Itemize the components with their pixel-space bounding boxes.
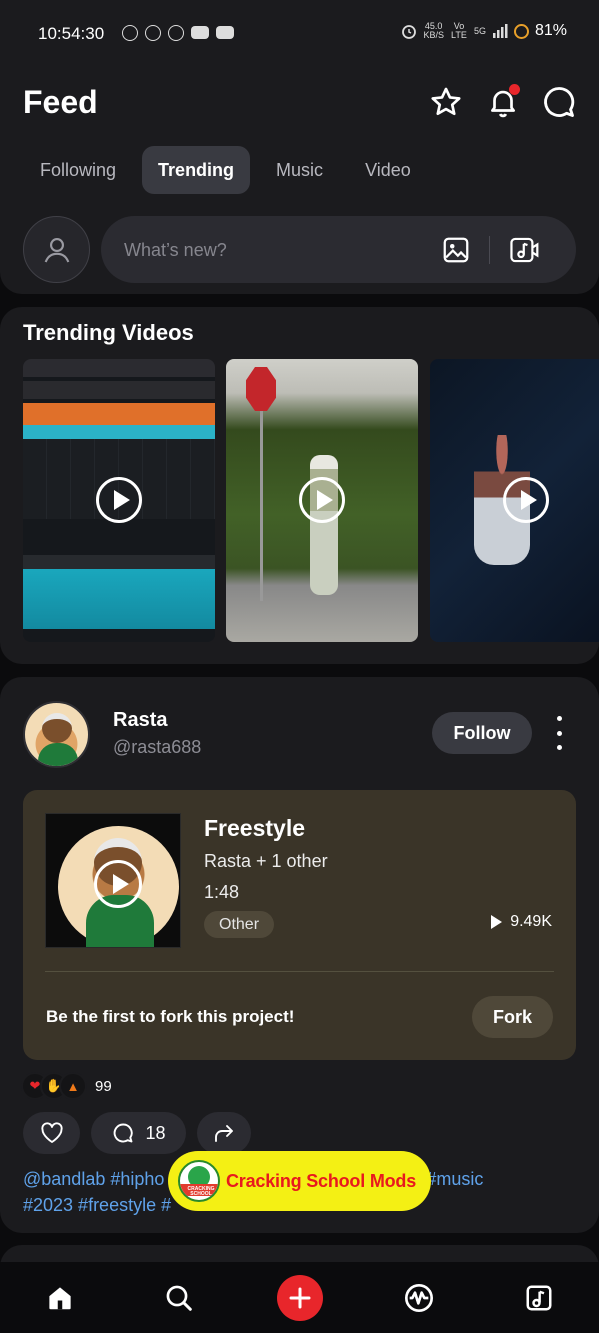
network-speed: 45.0 KB/S bbox=[423, 21, 444, 40]
project-play-button[interactable] bbox=[94, 860, 142, 908]
more-dot-icon bbox=[556, 745, 562, 750]
youtube-icon bbox=[216, 26, 234, 39]
reactions-summary[interactable]: ❤ ✋ ▲ 99 bbox=[21, 1072, 112, 1100]
add-music-video-button[interactable] bbox=[509, 234, 541, 266]
heart-icon bbox=[40, 1122, 63, 1143]
nav-home[interactable] bbox=[38, 1276, 82, 1320]
share-icon bbox=[215, 1125, 233, 1142]
feed-tabs: Following Trending Music Video bbox=[24, 146, 427, 194]
signal-type: 5G bbox=[473, 25, 486, 36]
signal-bars-icon bbox=[492, 24, 508, 38]
daw-track-cyan bbox=[23, 425, 215, 439]
daw-waveform bbox=[23, 569, 215, 629]
section-title: Trending Videos bbox=[23, 320, 194, 345]
like-button[interactable] bbox=[23, 1112, 80, 1154]
star-icon bbox=[431, 87, 461, 116]
fork-prompt: Be the first to fork this project! bbox=[46, 1007, 295, 1026]
status-right: 45.0 KB/S Vo LTE 5G 81% bbox=[401, 22, 567, 40]
chat-icon bbox=[544, 87, 575, 117]
nav-studio[interactable] bbox=[517, 1276, 561, 1320]
watermark-overlay: CRACKING SCHOOL Cracking School Mods bbox=[168, 1151, 431, 1211]
status-time: 10:54:30 bbox=[38, 24, 105, 43]
image-icon bbox=[443, 237, 469, 263]
person-icon bbox=[44, 237, 69, 262]
music-video-icon bbox=[510, 237, 539, 263]
more-dot-icon bbox=[556, 730, 562, 736]
play-icon bbox=[520, 490, 537, 510]
daw-timeline bbox=[23, 555, 215, 569]
genre-tag[interactable]: Other bbox=[204, 911, 275, 938]
facebook-icon bbox=[145, 25, 161, 41]
reaction-count: 99 bbox=[95, 1077, 112, 1095]
comment-button[interactable]: 18 bbox=[91, 1112, 186, 1154]
comment-count: 18 bbox=[145, 1122, 166, 1143]
play-count-icon bbox=[491, 915, 503, 929]
cracking-school-logo: CRACKING SCHOOL bbox=[178, 1160, 220, 1202]
messages-button[interactable] bbox=[541, 84, 577, 120]
tab-music[interactable]: Music bbox=[260, 146, 339, 194]
nav-library[interactable] bbox=[397, 1276, 441, 1320]
battery-saver-icon bbox=[513, 23, 529, 39]
post-author-avatar[interactable] bbox=[23, 701, 90, 768]
composer-placeholder: What’s new? bbox=[124, 240, 227, 260]
plus-icon bbox=[289, 1287, 311, 1309]
status-notification-icons bbox=[122, 25, 234, 41]
facebook-icon bbox=[168, 25, 184, 41]
add-image-button[interactable] bbox=[440, 234, 472, 266]
page-title: Feed bbox=[23, 84, 98, 120]
walking-person bbox=[310, 455, 338, 595]
post-username[interactable]: Rasta bbox=[113, 709, 167, 732]
tab-trending[interactable]: Trending bbox=[142, 146, 251, 194]
avatar-face bbox=[42, 713, 72, 743]
more-dot-icon bbox=[556, 716, 562, 721]
video-thumbnail[interactable] bbox=[23, 359, 215, 642]
nav-search[interactable] bbox=[157, 1276, 201, 1320]
daw-track-orange bbox=[23, 403, 215, 425]
tab-following[interactable]: Following bbox=[24, 146, 132, 194]
stop-sign bbox=[246, 367, 276, 411]
play-count-value: 9.49K bbox=[510, 913, 552, 930]
watermark-text: Cracking School Mods bbox=[226, 1170, 417, 1191]
video-thumbnail[interactable] bbox=[430, 359, 599, 642]
follow-button[interactable]: Follow bbox=[432, 712, 532, 754]
comment-icon bbox=[114, 1123, 134, 1143]
fire-reaction-icon: ▲ bbox=[59, 1072, 87, 1100]
project-artists[interactable]: Rasta + 1 other bbox=[204, 851, 328, 872]
music-folder-icon bbox=[526, 1285, 552, 1311]
video-thumbnail[interactable] bbox=[226, 359, 418, 642]
favorites-button[interactable] bbox=[428, 84, 464, 120]
waveform-icon bbox=[405, 1284, 433, 1312]
home-icon bbox=[49, 1287, 71, 1310]
daw-toolbar bbox=[23, 359, 215, 377]
play-button[interactable] bbox=[503, 477, 549, 523]
post-handle[interactable]: @rasta688 bbox=[113, 737, 201, 758]
alarm-icon bbox=[402, 25, 417, 39]
volte-indicator: Vo LTE bbox=[451, 21, 467, 40]
notification-badge bbox=[509, 84, 520, 95]
project-duration: 1:48 bbox=[204, 882, 240, 902]
play-icon bbox=[112, 874, 129, 894]
share-button[interactable] bbox=[197, 1112, 251, 1154]
nav-create-button[interactable] bbox=[277, 1275, 323, 1321]
battery-level: 81% bbox=[534, 22, 567, 39]
tab-video[interactable]: Video bbox=[349, 146, 427, 194]
play-icon bbox=[316, 490, 333, 510]
fork-button[interactable]: Fork bbox=[472, 996, 553, 1038]
youtube-icon bbox=[191, 26, 209, 39]
play-button[interactable] bbox=[299, 477, 345, 523]
post-menu-button[interactable] bbox=[552, 716, 566, 750]
play-count: 9.49K bbox=[491, 913, 552, 931]
search-icon bbox=[166, 1285, 192, 1311]
project-divider bbox=[45, 971, 554, 972]
sign-pole bbox=[260, 411, 263, 601]
play-button[interactable] bbox=[96, 477, 142, 523]
project-title[interactable]: Freestyle bbox=[204, 815, 305, 842]
composer-divider bbox=[489, 236, 490, 264]
notification-app-icon bbox=[122, 25, 138, 41]
avatar-shirt bbox=[38, 743, 78, 766]
play-icon bbox=[113, 490, 130, 510]
user-avatar[interactable] bbox=[23, 216, 90, 283]
daw-transport bbox=[23, 381, 215, 399]
